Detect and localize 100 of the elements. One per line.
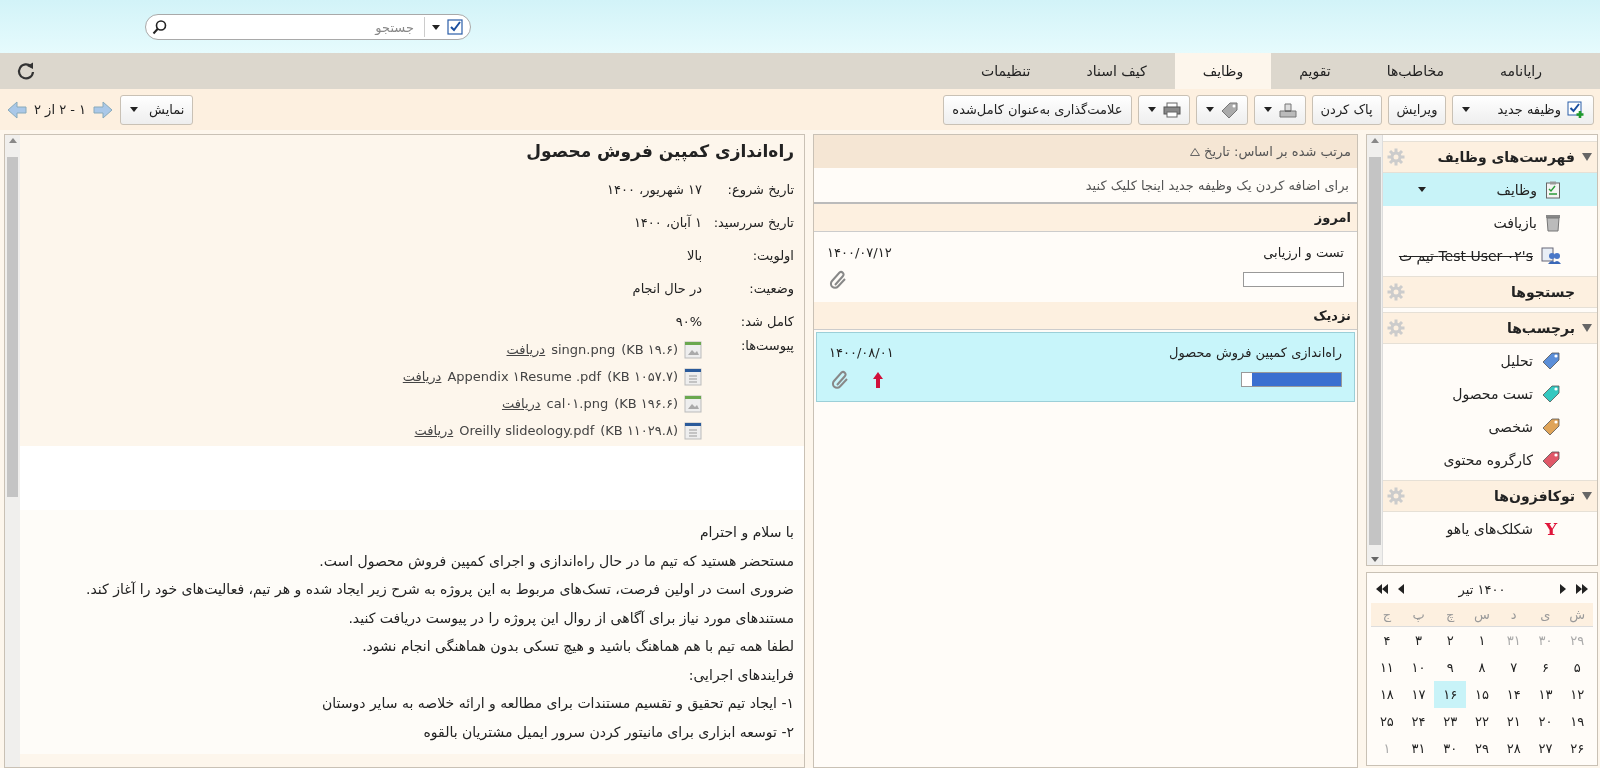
section-header[interactable]: برچسب‌ها [1383, 312, 1597, 344]
task-title: تست و ارزیابی [1262, 244, 1344, 260]
calendar-day[interactable]: ۱۶ [1434, 681, 1467, 708]
sidebar-item[interactable]: وظایف [1383, 173, 1597, 206]
field-value: بالا [687, 248, 702, 263]
sidebar-item[interactable]: تست محصول [1383, 377, 1597, 410]
checkbox[interactable] [447, 19, 463, 35]
document-file-icon [684, 367, 702, 386]
calendar-day[interactable]: ۲۵ [1371, 708, 1403, 735]
file-size: (۱۱۰۲۹.۸ KB) [600, 423, 678, 438]
calendar-day[interactable]: ۲۴ [1402, 708, 1435, 735]
calendar-day[interactable]: ۱۷ [1402, 681, 1435, 708]
calendar-day[interactable]: ۹ [1434, 654, 1467, 681]
calendar-day[interactable]: ۱۳ [1529, 681, 1562, 708]
calendar-day[interactable]: ۳۱ [1402, 735, 1435, 762]
file-size: (۱۹.۶ KB) [621, 342, 678, 357]
calendar-day[interactable]: ۳۰ [1434, 735, 1467, 762]
task-row[interactable]: راه‌اندازی کمپین فروش محصول ۱۴۰۰/۰۸/۰۱ [816, 332, 1355, 402]
calendar-day[interactable]: ۲۷ [1529, 735, 1562, 762]
tab[interactable]: تنظیمات [953, 53, 1059, 89]
next-year-icon[interactable] [1575, 584, 1589, 594]
previous-month-icon[interactable] [1397, 584, 1405, 594]
task-date: ۱۴۰۰/۰۸/۰۱ [829, 344, 895, 360]
calendar-day[interactable]: ۲۹ [1466, 735, 1498, 762]
tab[interactable]: وظایف [1174, 53, 1272, 89]
tab[interactable]: کیف اسناد [1058, 53, 1175, 89]
tab[interactable]: مخاطب‌ها [1358, 53, 1472, 89]
collapse-triangle-icon[interactable] [1581, 491, 1593, 501]
print-button[interactable] [1137, 94, 1190, 125]
previous-year-icon[interactable] [1375, 584, 1389, 594]
calendar-day[interactable]: ۱۸ [1371, 681, 1403, 708]
calendar-day[interactable]: ۱۰ [1402, 654, 1435, 681]
download-link[interactable]: دریافت [501, 396, 541, 411]
body-text: مستندهای مورد نیاز برای آگاهی از روال این پروژه را در پیوست دریافت کنید. [347, 608, 794, 629]
new-task-button[interactable]: وظیفه جدید [1452, 94, 1594, 125]
refresh-icon[interactable] [16, 61, 36, 81]
scrollbar[interactable] [5, 135, 20, 767]
section-header[interactable]: فهرست‌های وظایف [1383, 141, 1597, 173]
tag-icon [1220, 100, 1239, 119]
calendar-day[interactable]: ۲۶ [1561, 735, 1593, 762]
body-text: ضروری است در اولین فرصت، تسک‌های مربوط به این پروژه به شرح زیر ایجاد شده و هر تیم، فعالیت‌های خود را آغاز کند. [85, 580, 794, 600]
calendar-day[interactable]: ۴ [1371, 627, 1403, 654]
body-text: مستحضر هستید که تیم ما در حال راه‌اندازی و اجرای کمپین فروش محصول است. [318, 551, 794, 572]
download-link[interactable]: دریافت [506, 342, 546, 357]
sidebar-item[interactable]: تحلیل [1383, 344, 1597, 377]
weekday-label: د [1497, 603, 1530, 627]
group-header: امروز [814, 204, 1357, 232]
calendar-day[interactable]: ۱۹ [1561, 708, 1593, 735]
sidebar-item[interactable]: بازیافت [1383, 206, 1597, 239]
search-field[interactable]: جستجو [145, 14, 471, 40]
section-header[interactable]: جستجوها [1383, 276, 1597, 308]
calendar-day[interactable]: ۲۲ [1466, 708, 1498, 735]
body-text: ۲- توسعه ابزاری برای مانیتور کردن سرور ایمیل مشتریان بالقوه [422, 722, 794, 743]
file-name: Appendix ۱Resume .pdf [447, 369, 602, 384]
sidebar-item[interactable]: Test User ۰۲'s تیم ت [1383, 239, 1597, 272]
tab[interactable]: تقویم [1271, 53, 1359, 89]
download-link[interactable]: دریافت [402, 369, 442, 384]
view-button[interactable]: نمایش [120, 94, 194, 125]
sort-header[interactable]: مرتب شده بر اساس: تاریخ [814, 135, 1357, 168]
calendar-day[interactable]: ۱۲ [1561, 681, 1593, 708]
calendar-day[interactable]: ۸ [1466, 654, 1498, 681]
scrollbar[interactable] [1367, 135, 1383, 565]
next-month-icon[interactable] [1559, 584, 1567, 594]
search-icon[interactable] [152, 19, 168, 35]
yahoo-icon: Y [1541, 518, 1561, 539]
calendar-day[interactable]: ۱ [1466, 627, 1498, 654]
sidebar-item[interactable]: کارگروه محتوی [1383, 443, 1597, 476]
calendar-day[interactable]: ۳ [1402, 627, 1435, 654]
group-header: نزدیک [814, 302, 1357, 330]
caret-icon [1262, 105, 1273, 114]
calendar-day[interactable]: ۷ [1497, 654, 1530, 681]
calendar-day[interactable]: ۲۰ [1529, 708, 1562, 735]
collapse-triangle-icon[interactable] [1581, 152, 1593, 162]
calendar-day[interactable]: ۲۸ [1497, 735, 1530, 762]
calendar-day[interactable]: ۲ [1434, 627, 1467, 654]
calendar-day[interactable]: ۲۱ [1497, 708, 1530, 735]
move-button[interactable] [1253, 94, 1306, 125]
calendar-day[interactable]: ۵ [1561, 654, 1593, 681]
task-row[interactable]: تست و ارزیابی ۱۴۰۰/۰۷/۱۲ [814, 232, 1357, 302]
edit-button[interactable]: ویرایش [1387, 94, 1447, 125]
tag-button[interactable] [1195, 94, 1248, 125]
mark-complete-button[interactable]: علامت‌گذاری به‌عنوان کامل‌شده [943, 94, 1132, 125]
section-header[interactable]: توکافزون‌ها [1383, 480, 1597, 512]
task-heading: راه‌اندازی کمپین فروش محصول [525, 141, 794, 164]
file-size: (۱۹۶.۶ KB) [614, 396, 678, 411]
calendar-day[interactable]: ۱۱ [1371, 654, 1403, 681]
calendar-day[interactable]: ۱۴ [1497, 681, 1530, 708]
delete-button[interactable]: پاک کردن [1311, 94, 1382, 125]
body-text: ۱- ایجاد تیم تحقیق و تقسیم مستندات برای مطالعه و ارائه خلاصه به سایر دوستان [320, 694, 794, 714]
collapse-triangle-icon[interactable] [1581, 323, 1593, 333]
calendar-day[interactable]: ۶ [1529, 654, 1562, 681]
download-link[interactable]: دریافت [414, 423, 454, 438]
calendar-day[interactable]: ۲۳ [1434, 708, 1467, 735]
down-arrow-icon [1369, 557, 1380, 563]
tab[interactable]: رایانامه [1472, 53, 1570, 89]
weekday-label: پ [1402, 603, 1435, 627]
up-arrow-icon [7, 137, 18, 143]
sidebar-item[interactable]: شخصی [1383, 410, 1597, 443]
calendar-day[interactable]: ۱۵ [1466, 681, 1498, 708]
sort-label: مرتب شده بر اساس: تاریخ [1204, 144, 1351, 159]
